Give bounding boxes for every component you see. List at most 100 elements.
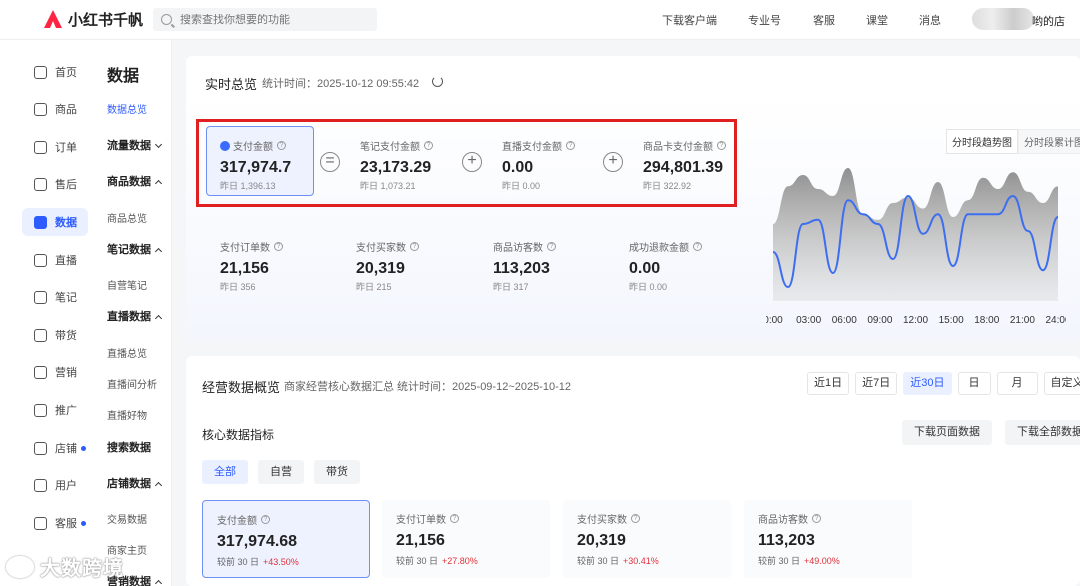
- metric-value: 23,173.29: [360, 159, 432, 176]
- sidebar-item-product[interactable]: 商品: [22, 95, 88, 123]
- help-icon[interactable]: ?: [274, 242, 283, 251]
- help-icon[interactable]: ?: [410, 242, 419, 251]
- help-icon[interactable]: ?: [717, 141, 726, 150]
- metric-pay-amount[interactable]: 支付金额? 317,974.7 昨日 1,396.13: [220, 138, 291, 192]
- sidebar-item-service[interactable]: 客服: [22, 509, 88, 537]
- help-icon[interactable]: ?: [424, 141, 433, 150]
- metric-label-row: 支付买家数?: [356, 239, 419, 254]
- kpi-change: +30.41%: [623, 556, 659, 566]
- sidebar-item-order[interactable]: 订单: [22, 133, 88, 161]
- avatar[interactable]: [972, 8, 1034, 30]
- sidebar-item-home[interactable]: 首页: [22, 58, 88, 86]
- shop-name[interactable]: 哟的店: [1032, 13, 1065, 29]
- filter-all[interactable]: 全部: [202, 460, 248, 484]
- kpi-change: +43.50%: [263, 557, 299, 567]
- nav-pro-account[interactable]: 专业号: [748, 0, 781, 40]
- subnav-group-store[interactable]: 店铺数据: [107, 475, 163, 491]
- kpi-card-pay-buyers[interactable]: 支付买家数? 20,319 较前 30 日 +30.41%: [563, 500, 731, 578]
- tab-hourly-cumulative[interactable]: 分时段累计图: [1018, 129, 1080, 154]
- subnav-item-live-goods[interactable]: 直播好物: [107, 407, 147, 422]
- help-icon[interactable]: ?: [631, 514, 640, 523]
- help-icon[interactable]: ?: [566, 141, 575, 150]
- realtime-overview-card: 实时总览 统计时间：2025-10-12 09:55:42 支付金额? 317,…: [186, 56, 1080, 341]
- range-7d[interactable]: 近7日: [855, 372, 898, 395]
- subnav-group-traffic[interactable]: 流量数据: [107, 137, 163, 153]
- filter-self[interactable]: 自营: [258, 460, 304, 484]
- help-icon[interactable]: ?: [261, 515, 270, 524]
- sidebar-item-live[interactable]: 直播: [22, 246, 88, 274]
- subnav-item-self-note[interactable]: 自营笔记: [107, 277, 147, 292]
- subnav-group-label: 直播数据: [107, 311, 151, 323]
- metric-pay-buyers[interactable]: 支付买家数? 20,319 昨日 215: [356, 239, 419, 293]
- subnav-item-overview[interactable]: 数据总览: [107, 101, 147, 116]
- help-icon[interactable]: ?: [812, 514, 821, 523]
- filter-carry[interactable]: 带货: [314, 460, 360, 484]
- subnav-item-live-overview[interactable]: 直播总览: [107, 345, 147, 360]
- sidebar-item-user[interactable]: 用户: [22, 471, 88, 499]
- nav-download-client[interactable]: 下载客户端: [662, 0, 717, 40]
- sidebar-item-label: 营销: [55, 367, 77, 379]
- sidebar-item-label: 带货: [55, 330, 77, 342]
- metric-live-pay-amount[interactable]: 直播支付金额? 0.00 昨日 0.00: [502, 138, 575, 192]
- kpi-card-pay-amount[interactable]: 支付金额? 317,974.68 较前 30 日 +43.50%: [202, 500, 370, 578]
- metric-product-visitors[interactable]: 商品访客数? 113,203 昨日 317: [493, 239, 556, 293]
- search-input[interactable]: [180, 13, 370, 26]
- tab-hourly-trend[interactable]: 分时段趋势图: [946, 129, 1018, 154]
- kpi-card-product-visitors[interactable]: 商品访客数? 113,203 较前 30 日 +49.00%: [744, 500, 912, 578]
- subnav-title: 数据: [107, 68, 140, 85]
- metric-label: 商品访客数: [493, 243, 543, 254]
- metric-note-pay-amount[interactable]: 笔记支付金额? 23,173.29 昨日 1,073.21: [360, 138, 433, 192]
- metric-yesterday: 昨日 1,073.21: [360, 181, 416, 191]
- kpi-value: 113,203: [758, 532, 815, 549]
- nav-classroom[interactable]: 课堂: [866, 0, 888, 40]
- nav-messages[interactable]: 消息: [919, 0, 941, 40]
- range-month[interactable]: 月: [996, 372, 1038, 395]
- download-page-button[interactable]: 下载页面数据: [902, 420, 992, 445]
- kpi-value: 21,156: [396, 532, 445, 549]
- sidebar-item-data[interactable]: 数据: [22, 208, 88, 236]
- sidebar-item-promote[interactable]: 推广: [22, 396, 88, 424]
- realtime-timestamp: 统计时间：2025-10-12 09:55:42: [262, 78, 420, 90]
- metric-pay-orders[interactable]: 支付订单数? 21,156 昨日 356: [220, 239, 283, 293]
- chevron-up-icon: [154, 481, 163, 490]
- search-box[interactable]: [153, 8, 377, 31]
- range-1d[interactable]: 近1日: [807, 372, 850, 395]
- subnav-group-live[interactable]: 直播数据: [107, 308, 163, 324]
- range-day[interactable]: 日: [957, 372, 991, 395]
- subnav-item-live-room-analysis[interactable]: 直播间分析: [107, 376, 157, 391]
- metric-value: 20,319: [356, 260, 405, 277]
- help-icon[interactable]: ?: [277, 141, 286, 150]
- watermark: 大数跨境: [6, 552, 124, 581]
- subnav-group-product[interactable]: 商品数据: [107, 173, 163, 189]
- kpi-change: +27.80%: [442, 556, 478, 566]
- kpi-card-pay-orders[interactable]: 支付订单数? 21,156 较前 30 日 +27.80%: [382, 500, 550, 578]
- sidebar-item-marketing[interactable]: 营销: [22, 358, 88, 386]
- refresh-icon[interactable]: [432, 76, 443, 87]
- sidebar-item-note[interactable]: 笔记: [22, 283, 88, 311]
- user-icon: [34, 478, 47, 492]
- help-icon[interactable]: ?: [547, 242, 556, 251]
- subnav-group-note[interactable]: 笔记数据: [107, 241, 163, 257]
- metric-label-row: 笔记支付金额?: [360, 138, 433, 153]
- metric-refund-amount[interactable]: 成功退款金额? 0.00 昨日 0.00: [629, 239, 702, 293]
- download-all-button[interactable]: 下载全部数据: [1005, 420, 1080, 445]
- logo[interactable]: 小红书千帆: [42, 8, 143, 30]
- nav-customer-service[interactable]: 客服: [813, 0, 835, 40]
- subnav-group-label: 商品数据: [107, 176, 151, 188]
- realtime-title: 实时总览: [205, 77, 258, 92]
- subnav-item-search[interactable]: 搜索数据: [107, 439, 151, 455]
- sidebar-item-carry[interactable]: 带货: [22, 321, 88, 349]
- kpi-change: +49.00%: [804, 556, 840, 566]
- range-30d[interactable]: 近30日: [903, 372, 952, 395]
- sidebar-item-aftersale[interactable]: 售后: [22, 170, 88, 198]
- sidebar-item-store[interactable]: 店铺: [22, 434, 88, 462]
- metric-label: 直播支付金额: [502, 142, 562, 153]
- x-tick-label: 0:00: [766, 315, 783, 326]
- x-tick-label: 09:00: [867, 315, 892, 326]
- help-icon[interactable]: ?: [450, 514, 459, 523]
- metric-card-pay-amount[interactable]: 商品卡支付金额? 294,801.39 昨日 322.92: [643, 138, 726, 192]
- subnav-item-product-overview[interactable]: 商品总览: [107, 210, 147, 225]
- range-custom[interactable]: 自定义: [1043, 372, 1080, 395]
- subnav-item-transaction[interactable]: 交易数据: [107, 511, 147, 526]
- help-icon[interactable]: ?: [693, 242, 702, 251]
